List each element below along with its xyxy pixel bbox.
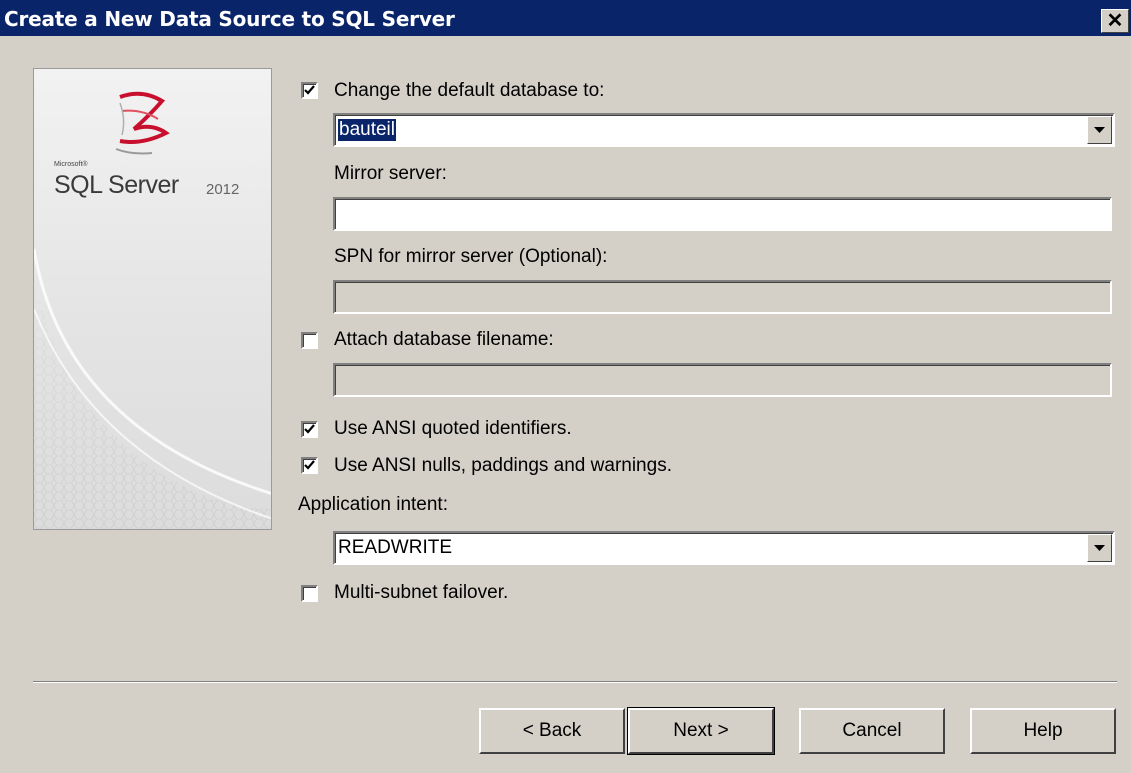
multi-subnet-label: Multi-subnet failover. — [334, 582, 509, 603]
back-button-label: < Back — [522, 720, 582, 741]
mirror-server-label: Mirror server: — [334, 163, 447, 184]
database-combo[interactable]: bauteil — [333, 113, 1115, 147]
chevron-down-icon — [1094, 544, 1105, 551]
product-year: 2012 — [206, 181, 240, 198]
title-bar: Create a New Data Source to SQL Server ✕ — [0, 0, 1131, 36]
button-separator — [33, 681, 1117, 683]
checkmark-icon — [304, 424, 315, 434]
attach-db-label: Attach database filename: — [334, 329, 554, 350]
change-default-db-checkbox[interactable] — [301, 82, 318, 99]
checkmark-icon — [304, 460, 315, 470]
close-button[interactable]: ✕ — [1101, 9, 1129, 33]
app-intent-combo[interactable]: READWRITE — [333, 531, 1115, 565]
spn-mirror-label: SPN for mirror server (Optional): — [334, 246, 608, 267]
close-icon: ✕ — [1106, 10, 1124, 32]
attach-db-checkbox[interactable] — [301, 332, 318, 349]
app-intent-dropdown-button[interactable] — [1087, 534, 1112, 562]
database-combo-dropdown-button[interactable] — [1087, 116, 1112, 144]
help-button-label: Help — [1023, 720, 1063, 741]
ansi-nulls-label: Use ANSI nulls, paddings and warnings. — [334, 455, 672, 476]
sql-server-logo-icon — [115, 91, 170, 155]
change-default-db-label: Change the default database to: — [334, 80, 605, 101]
next-button-label: Next > — [673, 720, 729, 741]
back-button[interactable]: < Back — [479, 708, 625, 754]
multi-subnet-checkbox[interactable] — [301, 585, 318, 602]
spn-mirror-input[interactable] — [333, 280, 1112, 314]
attach-db-input[interactable] — [333, 363, 1112, 397]
window-title: Create a New Data Source to SQL Server — [4, 7, 455, 31]
next-button[interactable]: Next > — [627, 707, 775, 755]
mirror-server-input[interactable] — [333, 197, 1112, 231]
cancel-button[interactable]: Cancel — [799, 708, 945, 754]
cancel-button-label: Cancel — [842, 720, 902, 741]
ansi-nulls-checkbox[interactable] — [301, 457, 318, 474]
ansi-quoted-label: Use ANSI quoted identifiers. — [334, 418, 572, 439]
ansi-quoted-checkbox[interactable] — [301, 421, 318, 438]
app-intent-label: Application intent: — [298, 494, 448, 515]
chevron-down-icon — [1094, 126, 1105, 133]
product-name: SQL Server — [54, 171, 179, 199]
sql-server-banner: Microsoft® SQL Server 2012 — [33, 68, 272, 530]
app-intent-value: READWRITE — [338, 537, 452, 558]
microsoft-brand: Microsoft® — [54, 161, 88, 168]
help-button[interactable]: Help — [970, 708, 1116, 754]
database-combo-value: bauteil — [337, 118, 397, 142]
checkmark-icon — [304, 85, 315, 95]
